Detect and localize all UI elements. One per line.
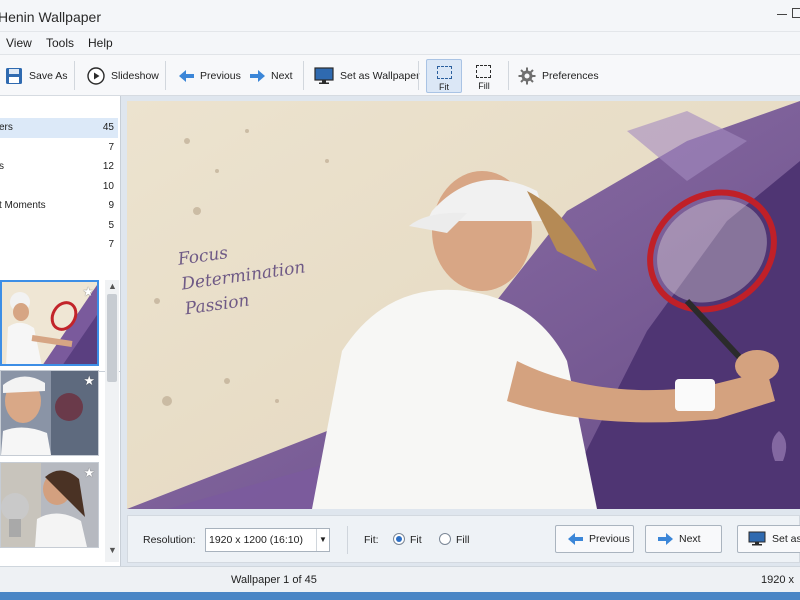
toolbar-next-button[interactable]: Next [250,55,293,96]
category-count: 7 [108,141,114,153]
favorite-star-icon[interactable]: ★ [83,373,95,389]
slideshow-label: Slideshow [111,69,159,82]
monitor-icon [314,66,334,85]
arrow-right-icon [250,69,265,82]
thumbnail-item[interactable]: ★ [0,280,99,366]
menu-view[interactable]: View [6,36,32,50]
next-button[interactable]: Next [645,525,722,553]
category-count: 5 [108,219,114,231]
arrow-left-icon [568,533,583,545]
wallpaper-preview: Focus Determination Passion [127,101,800,509]
toolbar-previous-button[interactable]: Previous [179,55,241,96]
arrow-right-icon [658,533,673,545]
controls-separator [347,526,348,554]
fit-label: Fit: [364,534,379,546]
category-name: ers [0,122,13,133]
set-as-wallpaper-label: Set as Wallpaper [340,69,420,82]
previous-button[interactable]: Previous [555,525,634,553]
toolbar-next-label: Next [271,69,293,82]
floppy-disk-icon [5,67,23,85]
play-icon [87,66,105,85]
fit-mode-label: Fit [439,82,449,92]
favorite-star-icon[interactable]: ★ [82,284,94,300]
category-count: 45 [102,122,114,133]
category-count: 12 [102,161,114,172]
fill-radio[interactable] [439,533,451,545]
set-wallpaper-label: Set as [772,533,800,545]
fill-mode-label: Fill [478,81,490,91]
category-item[interactable]: t Moments 9 [0,196,118,216]
arrow-left-icon [179,69,194,82]
fit-radio-label: Fit [410,534,422,546]
fit-mode-button[interactable]: Fit [426,59,462,93]
category-item[interactable]: 5 [0,216,118,236]
category-item[interactable]: 7 [0,235,118,255]
menu-tools[interactable]: Tools [46,36,74,50]
previous-button-label: Previous [589,533,630,545]
minimize-icon[interactable] [777,14,787,15]
category-item[interactable]: s 12 [0,157,118,177]
wallpaper-position: Wallpaper 1 of 45 [231,574,317,586]
status-bar: Wallpaper 1 of 45 1920 x [0,566,800,592]
maximize-icon[interactable] [792,8,800,18]
thumbnail-item[interactable]: ★ [0,462,99,548]
preview-controls: Resolution: 1920 x 1200 (16:10) ▼ Fit: F… [127,515,800,563]
resolution-select[interactable]: 1920 x 1200 (16:10) ▼ [205,528,330,552]
category-count: 10 [102,180,114,192]
fit-frame-icon [437,66,452,79]
status-resolution: 1920 x [761,574,795,586]
toolbar-previous-label: Previous [200,69,241,82]
thumbnail-scrollbar[interactable]: ▲ ▼ [105,280,119,562]
save-as-label: Save As [29,69,68,82]
scrollbar-thumb[interactable] [107,294,117,382]
toolbar-separator [74,61,75,90]
resolution-value: 1920 x 1200 (16:10) [209,534,303,546]
thumbnail-list: ★ ★ ★ [0,280,104,556]
window-title: Henin Wallpaper [0,9,101,25]
menu-bar: View Tools Help [0,32,800,54]
chevron-down-icon: ▼ [316,529,329,551]
slideshow-button[interactable]: Slideshow [87,55,159,96]
left-panel: ers 45 7 s 12 10 t Moments 9 5 7 ★ ★ ★ ▲… [0,96,121,566]
category-count: 7 [108,239,114,250]
scroll-down-icon[interactable]: ▼ [108,545,117,555]
monitor-icon [748,531,766,547]
fit-radio[interactable] [393,533,405,545]
next-button-label: Next [679,533,701,545]
preferences-button[interactable]: Preferences [518,55,599,96]
fill-radio-label: Fill [456,534,470,546]
category-name: s [0,161,4,172]
menu-help[interactable]: Help [88,36,113,50]
favorite-star-icon[interactable]: ★ [83,465,95,481]
fill-mode-button[interactable]: Fill [466,59,502,93]
title-bar: Henin Wallpaper [0,0,800,32]
scroll-up-icon[interactable]: ▲ [108,281,117,291]
resolution-label: Resolution: [143,534,196,546]
save-as-button[interactable]: Save As [5,55,68,96]
gear-icon [518,67,536,85]
toolbar-separator [508,61,509,90]
category-item[interactable]: 7 [0,138,118,158]
set-wallpaper-button[interactable]: Set as [737,525,800,553]
toolbar-separator [418,61,419,90]
category-list: ers 45 7 s 12 10 t Moments 9 5 7 [0,118,118,255]
category-count: 9 [108,200,114,211]
category-item[interactable]: 10 [0,177,118,197]
category-item[interactable]: ers 45 [0,118,118,138]
toolbar-separator [303,61,304,90]
category-name: t Moments [0,200,46,211]
toolbar-separator [165,61,166,90]
preferences-label: Preferences [542,69,599,82]
set-as-wallpaper-button[interactable]: Set as Wallpaper [314,55,420,96]
toolbar: Save As Slideshow Previous Next Set as W… [0,54,800,96]
fill-frame-icon [476,65,491,78]
window-bottom-edge [0,592,800,600]
thumbnail-item[interactable]: ★ [0,370,99,456]
